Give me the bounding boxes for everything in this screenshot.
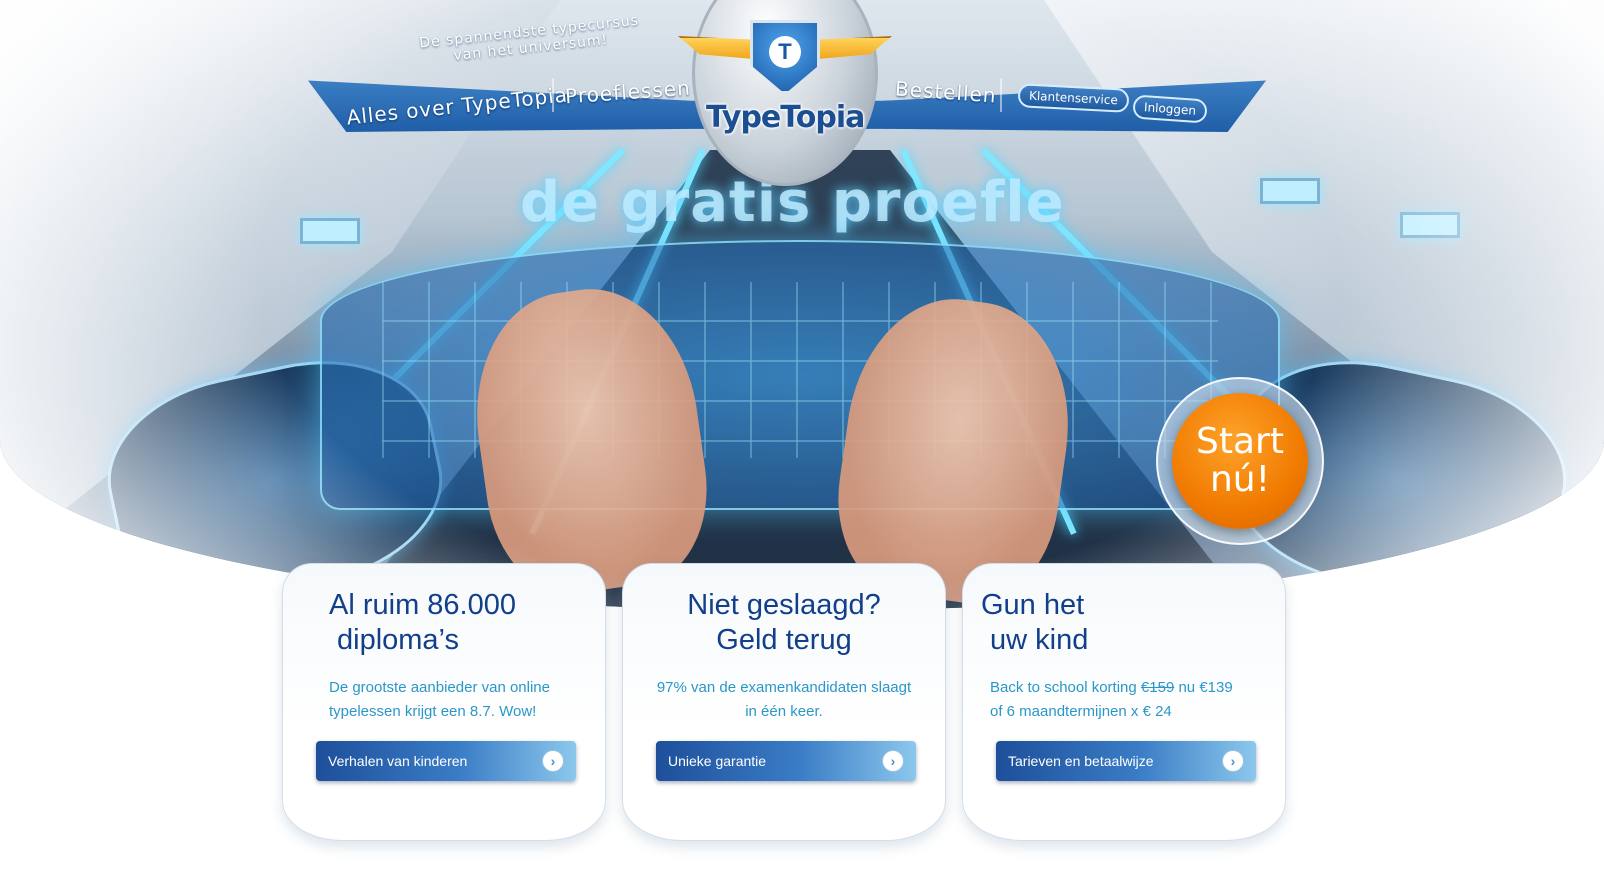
discount-label: Back to school korting bbox=[990, 679, 1137, 696]
panel-text: De grootste aanbieder van online typeles… bbox=[329, 679, 550, 720]
start-label-line-2: nú! bbox=[1209, 459, 1271, 500]
installments-text: of 6 maandtermijnen x € 24 bbox=[990, 703, 1172, 720]
panel-text: 97% van de examenkandidaten slaagt in éé… bbox=[656, 679, 912, 720]
wall-light bbox=[1400, 212, 1460, 238]
start-label-line-1: Start bbox=[1196, 421, 1284, 462]
nav-divider bbox=[1000, 78, 1002, 112]
chevron-right-icon: › bbox=[542, 750, 564, 772]
panel-title-line-1: Gun het bbox=[981, 589, 1085, 621]
children-stories-button[interactable]: Verhalen van kinderen › bbox=[316, 741, 576, 781]
button-label: Verhalen van kinderen bbox=[328, 753, 468, 769]
panel-title-line-1: Niet geslaagd? bbox=[687, 589, 881, 621]
panel-title-line-2: Geld terug bbox=[716, 624, 852, 656]
logo-wordmark: TypeTopia bbox=[706, 100, 865, 135]
panel-title-line-2: diploma’s bbox=[337, 624, 459, 656]
unique-guarantee-button[interactable]: Unieke garantie › bbox=[656, 741, 916, 781]
wall-light bbox=[300, 218, 360, 244]
panel-title-line-2: uw kind bbox=[990, 624, 1089, 656]
panel-text: Back to school korting €159 nu €139 of 6… bbox=[990, 676, 1255, 724]
hologram-keyboard bbox=[320, 240, 1280, 510]
panel-diplomas: Al ruim 86.000 diploma’s De grootste aan… bbox=[282, 563, 606, 841]
panel-title: Niet geslaagd? Geld terug bbox=[653, 588, 915, 658]
button-label: Unieke garantie bbox=[668, 753, 767, 769]
wall-light bbox=[1260, 178, 1320, 204]
logo-emblem-letter: T bbox=[769, 36, 801, 68]
panel-money-back: Niet geslaagd? Geld terug 97% van de exa… bbox=[622, 563, 946, 841]
start-now-button[interactable]: Start nú! bbox=[1172, 393, 1308, 529]
button-label: Tarieven en betaalwijze bbox=[1008, 753, 1154, 769]
panel-pricing: Gun het uw kind Back to school korting €… bbox=[962, 563, 1286, 841]
nav-divider bbox=[552, 78, 554, 112]
old-price: €159 bbox=[1140, 679, 1175, 696]
chevron-right-icon: › bbox=[882, 750, 904, 772]
chevron-right-icon: › bbox=[1222, 750, 1244, 772]
panel-title: Gun het uw kind bbox=[981, 588, 1255, 658]
rates-and-payment-button[interactable]: Tarieven en betaalwijze › bbox=[996, 741, 1256, 781]
login-button[interactable]: Inloggen bbox=[1132, 94, 1208, 124]
new-price: nu €139 bbox=[1178, 679, 1233, 696]
typetopia-logo[interactable]: T TypeTopia bbox=[678, 0, 892, 188]
panel-title: Al ruim 86.000 diploma’s bbox=[313, 588, 575, 658]
panel-title-line-1: Al ruim 86.000 bbox=[329, 589, 516, 621]
